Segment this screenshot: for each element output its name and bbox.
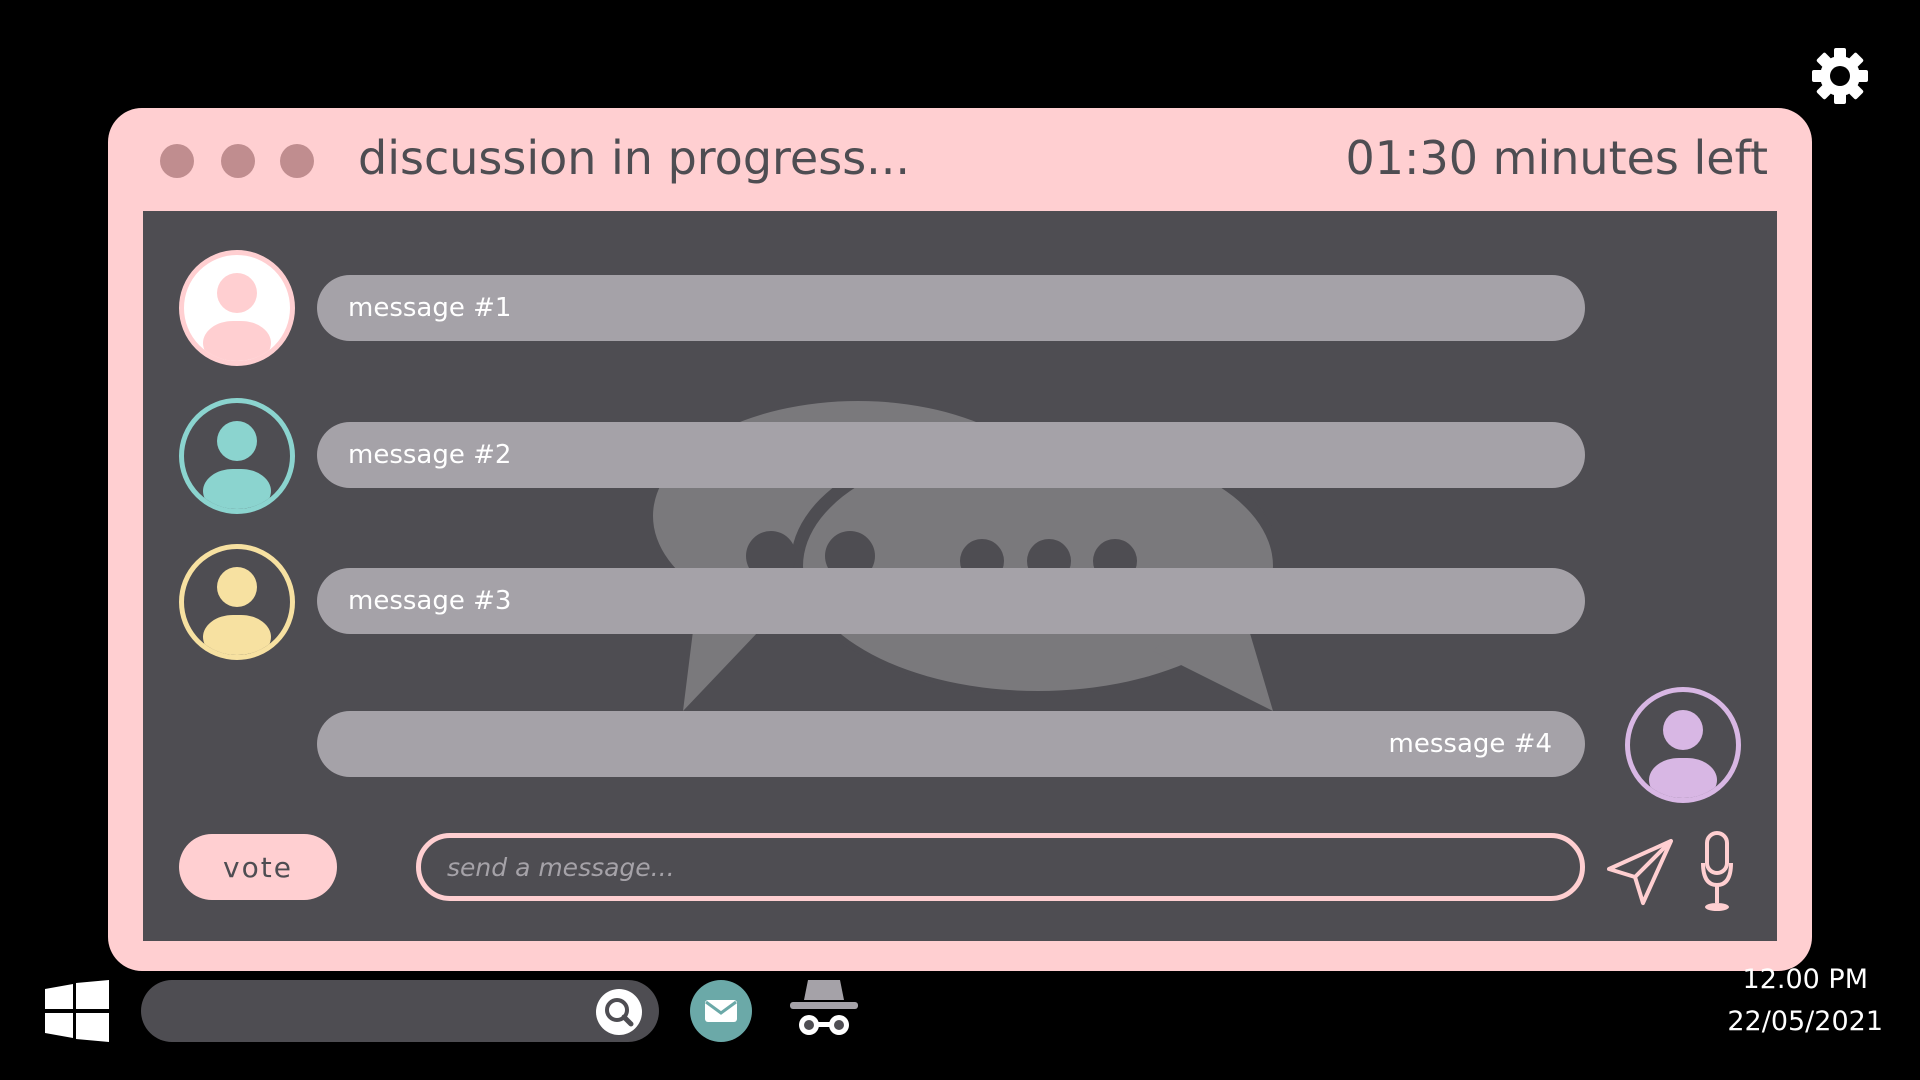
avatar-user-2[interactable] <box>179 398 295 514</box>
message-bubble-2: message #2 <box>317 422 1585 488</box>
message-text: message #3 <box>348 586 512 616</box>
message-bubble-4: message #4 <box>317 711 1585 777</box>
windows-start-icon[interactable] <box>45 980 109 1042</box>
chat-window: discussion in progress... 01:30 minutes … <box>108 108 1812 971</box>
gear-icon[interactable] <box>1808 44 1872 108</box>
message-text: message #2 <box>348 440 512 470</box>
countdown-timer: 01:30 minutes left <box>1345 131 1768 185</box>
avatar-user-3[interactable] <box>179 544 295 660</box>
message-bubble-3: message #3 <box>317 568 1585 634</box>
send-icon[interactable] <box>1605 837 1675 907</box>
vote-button[interactable]: vote <box>179 834 337 900</box>
message-text: message #4 <box>1388 729 1552 759</box>
taskbar-date: 22/05/2021 <box>1727 1006 1883 1037</box>
message-bubble-1: message #1 <box>317 275 1585 341</box>
taskbar-time: 12.00 PM <box>1742 964 1868 995</box>
taskbar-search-bar[interactable] <box>141 980 659 1042</box>
spy-incognito-icon[interactable] <box>790 978 858 1036</box>
search-icon[interactable] <box>595 988 643 1036</box>
window-title: discussion in progress... <box>358 131 911 185</box>
chat-area: message #1 message #2 message #3 message… <box>143 211 1777 941</box>
mail-button[interactable] <box>690 980 752 1042</box>
microphone-icon[interactable] <box>1700 831 1734 913</box>
window-close-button[interactable] <box>160 144 194 178</box>
window-maximize-button[interactable] <box>280 144 314 178</box>
window-minimize-button[interactable] <box>221 144 255 178</box>
avatar-user-self[interactable] <box>1625 687 1741 803</box>
message-input[interactable] <box>416 833 1585 901</box>
message-text: message #1 <box>348 293 512 323</box>
mail-icon <box>705 1000 737 1022</box>
avatar-user-1[interactable] <box>179 250 295 366</box>
